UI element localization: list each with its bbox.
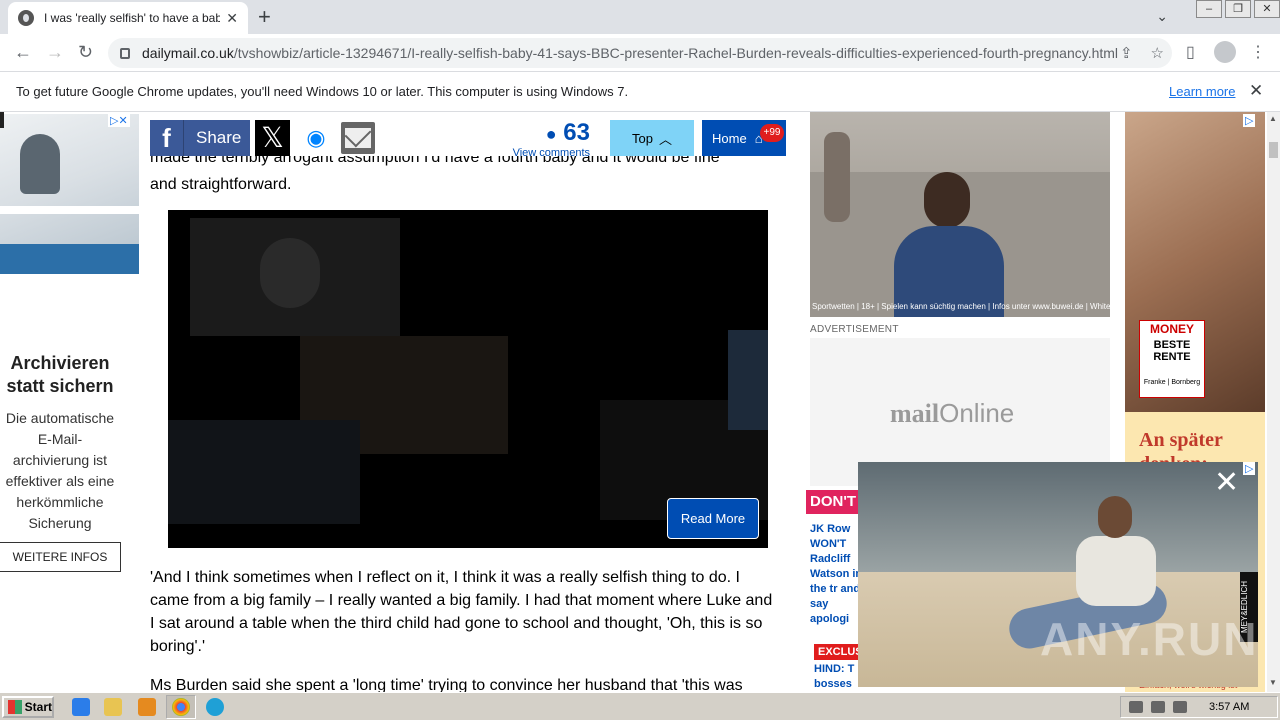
- dont-miss-header: DON'T: [806, 490, 866, 514]
- action-center-flag-icon[interactable]: [1173, 701, 1187, 713]
- chrome-icon[interactable]: [172, 698, 190, 716]
- browser-tab[interactable]: I was 'really selfish' to have a baby at…: [8, 2, 248, 34]
- media-player-icon[interactable]: [138, 698, 156, 716]
- tab-title: I was 'really selfish' to have a baby at…: [44, 11, 221, 25]
- browser-toolbar: ← → ↻ dailymail.co.uk/tvshowbiz/article-…: [0, 34, 1280, 72]
- url-text[interactable]: dailymail.co.uk/tvshowbiz/article-132946…: [142, 45, 1118, 61]
- left-ad[interactable]: ▷✕ Archivieren statt sichern Die automat…: [0, 112, 139, 692]
- money-badge: MONEY BESTE RENTE Franke | Bornberg: [1139, 320, 1205, 398]
- notification-badge: +99: [760, 124, 784, 142]
- share-bar: f Share 𝕏 ◉ ● 63 View comments Top ︿ Hom…: [150, 119, 790, 160]
- network-icon[interactable]: [1151, 701, 1165, 713]
- comment-bubble-icon: ●: [545, 124, 557, 144]
- home-label: Home: [712, 130, 747, 146]
- left-ad-cta-button[interactable]: WEITERE INFOS: [0, 542, 121, 572]
- top-button[interactable]: Top ︿: [610, 120, 694, 156]
- left-ad-body: Die automatische E-Mail-archivierung ist…: [5, 410, 115, 531]
- forward-arrow-icon[interactable]: →: [46, 42, 64, 63]
- comments-link[interactable]: ● 63 View comments: [510, 119, 590, 160]
- file-explorer-icon[interactable]: [104, 698, 122, 716]
- scroll-thumb[interactable]: [1269, 142, 1278, 158]
- infobar-close-icon[interactable]: ✕: [1249, 81, 1263, 101]
- adchoices-icon[interactable]: ▷✕: [108, 114, 130, 127]
- ad-caption: Sportwetten | 18+ | Spielen kann süchtig…: [812, 302, 1110, 311]
- menu-kebab-icon[interactable]: ⋮: [1250, 42, 1266, 62]
- page-scrollbar[interactable]: ▲ ▼: [1267, 112, 1280, 692]
- left-ad-image[interactable]: [0, 114, 139, 274]
- read-more-button[interactable]: Read More: [667, 498, 759, 539]
- facebook-share-button[interactable]: f Share: [150, 120, 250, 156]
- lock-icon[interactable]: [120, 47, 130, 59]
- left-ad-headline: Archivieren statt sichern: [6, 353, 114, 396]
- window-controls: – ❐ ✕: [1193, 0, 1280, 20]
- system-tray: 3:57 AM: [1120, 696, 1278, 718]
- clock[interactable]: 3:57 AM: [1209, 701, 1249, 713]
- tab-close-icon[interactable]: ✕: [226, 10, 238, 27]
- scroll-up-icon[interactable]: ▲: [1269, 114, 1277, 123]
- tab-strip: I was 'really selfish' to have a baby at…: [0, 0, 1280, 34]
- side-panel-icon[interactable]: ▯: [1186, 42, 1195, 62]
- adchoices-icon[interactable]: ▷: [1243, 462, 1256, 475]
- watermark: ANY.RUN: [1040, 613, 1259, 665]
- close-window-button[interactable]: ✕: [1254, 0, 1280, 18]
- windows-taskbar: Start 3:57 AM: [0, 692, 1280, 720]
- messenger-share-icon[interactable]: ◉: [298, 120, 334, 156]
- minimize-button[interactable]: –: [1196, 0, 1222, 18]
- start-button[interactable]: Start: [2, 696, 54, 718]
- mailonline-logo: mailOnline: [890, 398, 1015, 428]
- windows-flag-icon: [8, 700, 22, 714]
- article-paragraph: 'And I think sometimes when I reflect on…: [150, 569, 773, 655]
- address-bar[interactable]: dailymail.co.uk/tvshowbiz/article-132946…: [108, 38, 1172, 68]
- profile-avatar[interactable]: [1214, 41, 1236, 63]
- site-favicon-icon: [18, 10, 34, 26]
- volume-icon[interactable]: [1129, 701, 1143, 713]
- tab-search-chevron-icon[interactable]: ⌄: [1156, 8, 1168, 25]
- facebook-icon: f: [150, 120, 184, 156]
- update-infobar: To get future Google Chrome updates, you…: [0, 72, 1280, 112]
- article-paragraph: Ms Burden said she spent a 'long time' t…: [150, 677, 743, 692]
- infobar-message: To get future Google Chrome updates, you…: [16, 84, 629, 99]
- home-button[interactable]: Home ⌂ +99: [702, 120, 786, 156]
- x-share-icon[interactable]: 𝕏: [255, 120, 290, 156]
- comment-count: 63: [563, 119, 590, 146]
- maximize-button[interactable]: ❐: [1225, 0, 1251, 18]
- paragraph-line: and straightforward.: [150, 176, 292, 193]
- internet-explorer-icon[interactable]: [72, 698, 90, 716]
- scroll-down-icon[interactable]: ▼: [1269, 678, 1277, 687]
- article-paragraph: made the terribly arrogant assumption I'…: [150, 150, 770, 196]
- new-tab-button[interactable]: +: [258, 4, 271, 30]
- share-page-icon[interactable]: ⇪: [1120, 44, 1133, 62]
- view-comments-link[interactable]: View comments: [510, 147, 590, 159]
- url-host: dailymail.co.uk: [142, 45, 234, 61]
- url-path: /tvshowbiz/article-13294671/I-really-sel…: [233, 45, 1119, 61]
- email-share-icon[interactable]: [341, 122, 375, 154]
- adchoices-icon[interactable]: ▷: [1243, 114, 1256, 127]
- advertisement-label: ADVERTISEMENT: [810, 324, 899, 335]
- video-player[interactable]: Read More: [168, 210, 768, 548]
- betting-ad[interactable]: Sportwetten | 18+ | Spielen kann süchtig…: [810, 112, 1110, 317]
- reload-icon[interactable]: ↻: [78, 42, 93, 63]
- chevron-up-icon: ︿: [658, 131, 672, 147]
- bookmark-star-icon[interactable]: ☆: [1151, 44, 1164, 62]
- close-ad-icon[interactable]: ✕: [1214, 468, 1239, 498]
- back-arrow-icon[interactable]: ←: [14, 42, 32, 63]
- share-label: Share: [196, 128, 242, 147]
- top-label: Top: [632, 130, 653, 146]
- learn-more-link[interactable]: Learn more: [1169, 84, 1235, 99]
- edge-icon[interactable]: [206, 698, 224, 716]
